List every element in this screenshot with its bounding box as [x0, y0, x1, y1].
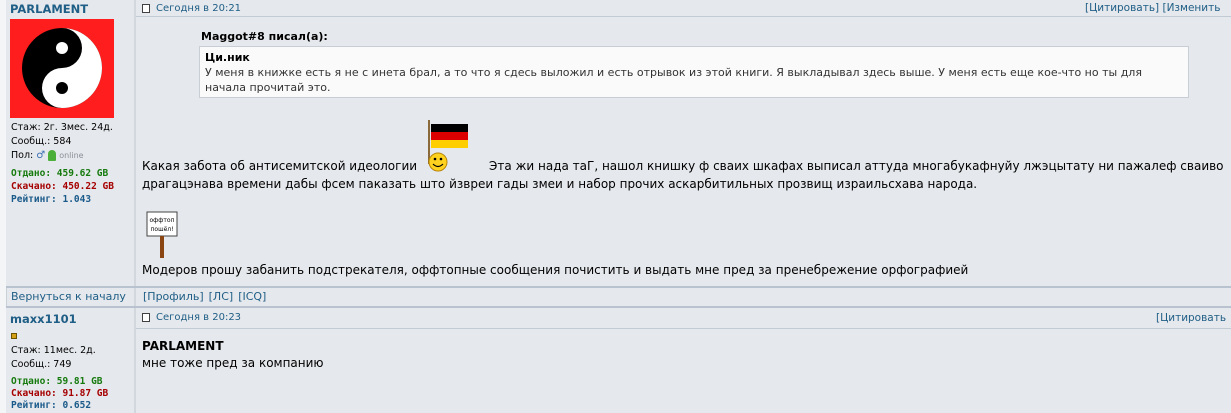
male-icon: ♂: [36, 150, 46, 161]
post1-text-last: Модеров прошу забанить подстрекателя, оф…: [142, 263, 969, 277]
post2-addressee: PARLAMENT: [142, 339, 224, 353]
post2-messages: Сообщ.: 749: [11, 359, 72, 370]
post1-gender-row: Пол: ♂ online: [11, 150, 84, 161]
post2-downloaded-value: Скачано: 91.87 GB: [11, 388, 109, 399]
post1-messages: Сообщ.: 584: [11, 136, 72, 147]
profile-button[interactable]: [Профиль]: [143, 290, 204, 303]
post2-actions: [Цитировать: [1156, 312, 1226, 324]
quote-button[interactable]: [Цитировать: [1156, 312, 1226, 324]
post2-author-panel: maxx1101 Стаж: 11мес. 2д. Сообщ.: 749 От…: [6, 308, 134, 413]
yin-yang-icon: [10, 19, 114, 118]
post1-downloaded: Скачано: 450.22 GB: [11, 181, 114, 192]
post1-header: Сегодня в 20:21: [142, 3, 241, 14]
post1-rating: Рейтинг: 1.043: [11, 194, 91, 205]
svg-text:оффтоп: оффтоп: [149, 217, 174, 224]
post-icon[interactable]: [142, 4, 150, 13]
post2-tenure: Стаж: 11мес. 2д.: [11, 345, 96, 356]
post2-rating-value: Рейтинг: 0.652: [11, 400, 92, 411]
offtopic-sign-icon: оффтоп пошёл!: [146, 210, 180, 260]
post2-content: Сегодня в 20:23 [Цитировать PARLAMENT мн…: [136, 308, 1231, 413]
post1-content: Сегодня в 20:21 [Цитировать] [Изменить M…: [136, 0, 1231, 287]
post1-uploaded-value: Отдано: 459.62 GB: [11, 168, 109, 179]
quote-text: У меня в книжке есть я не с инета брал, …: [205, 66, 1142, 94]
post1-header-separator: [136, 16, 1231, 17]
post1-profile-links: [Профиль] [ЛС] [ICQ]: [143, 290, 266, 303]
quote-title: Ци.ник: [205, 51, 250, 64]
post1-text-before: Какая забота об антисемитской идеологии: [142, 159, 418, 173]
forum-thread: PARLAMENT Стаж: 2г. 3мес. 24д. Сообщ.: 5…: [0, 0, 1231, 413]
post2-uploaded: Отдано: 59.81 GB: [11, 376, 103, 387]
post1-online-label: online: [59, 151, 84, 160]
post-icon[interactable]: [142, 313, 150, 322]
back-to-top-link[interactable]: Вернуться к началу: [11, 290, 126, 303]
pm-button[interactable]: [ЛС]: [209, 290, 234, 303]
edit-button[interactable]: [Изменить: [1162, 2, 1220, 14]
quote-button[interactable]: [Цитировать]: [1085, 2, 1159, 14]
post1-author-panel: PARLAMENT Стаж: 2г. 3мес. 24д. Сообщ.: 5…: [6, 0, 134, 287]
post2-rating: Рейтинг: 0.652: [11, 400, 91, 411]
quote-author: Maggot#8 писал(а):: [201, 30, 328, 43]
post1-time[interactable]: Сегодня в 20:21: [156, 3, 241, 14]
post1-gender-label: Пол:: [11, 150, 34, 161]
post1-footer-top-line: [6, 286, 1231, 288]
post1-uploaded: Отдано: 459.62 GB: [11, 168, 108, 179]
post1-rating-value: Рейтинг: 1.043: [11, 194, 92, 205]
post1-downloaded-value: Скачано: 450.22 GB: [11, 181, 114, 192]
icq-button[interactable]: [ICQ]: [238, 290, 266, 303]
svg-text:пошёл!: пошёл!: [150, 226, 173, 233]
post2-header: Сегодня в 20:23: [142, 312, 241, 323]
post2-text: мне тоже пред за компанию: [142, 356, 324, 370]
post1-author-name[interactable]: PARLAMENT: [10, 2, 88, 16]
post1-actions: [Цитировать] [Изменить: [1085, 2, 1220, 14]
post1-tenure: Стаж: 2г. 3мес. 24д.: [11, 122, 113, 133]
post2-uploaded-value: Отдано: 59.81 GB: [11, 376, 103, 387]
post2-downloaded: Скачано: 91.87 GB: [11, 388, 108, 399]
post1-text-1: Какая забота об антисемитской идеологии Э…: [142, 157, 1227, 193]
post2-header-separator: [136, 328, 1231, 329]
rank-icon: [11, 333, 17, 339]
post2-time[interactable]: Сегодня в 20:23: [156, 312, 241, 323]
quote-box: Ци.ник У меня в книжке есть я не с инета…: [199, 46, 1189, 98]
user-online-icon: [48, 150, 57, 161]
back-to-top-label[interactable]: Вернуться к началу: [11, 290, 126, 303]
post1-avatar: [10, 19, 114, 118]
post2-author-name[interactable]: maxx1101: [10, 312, 77, 326]
